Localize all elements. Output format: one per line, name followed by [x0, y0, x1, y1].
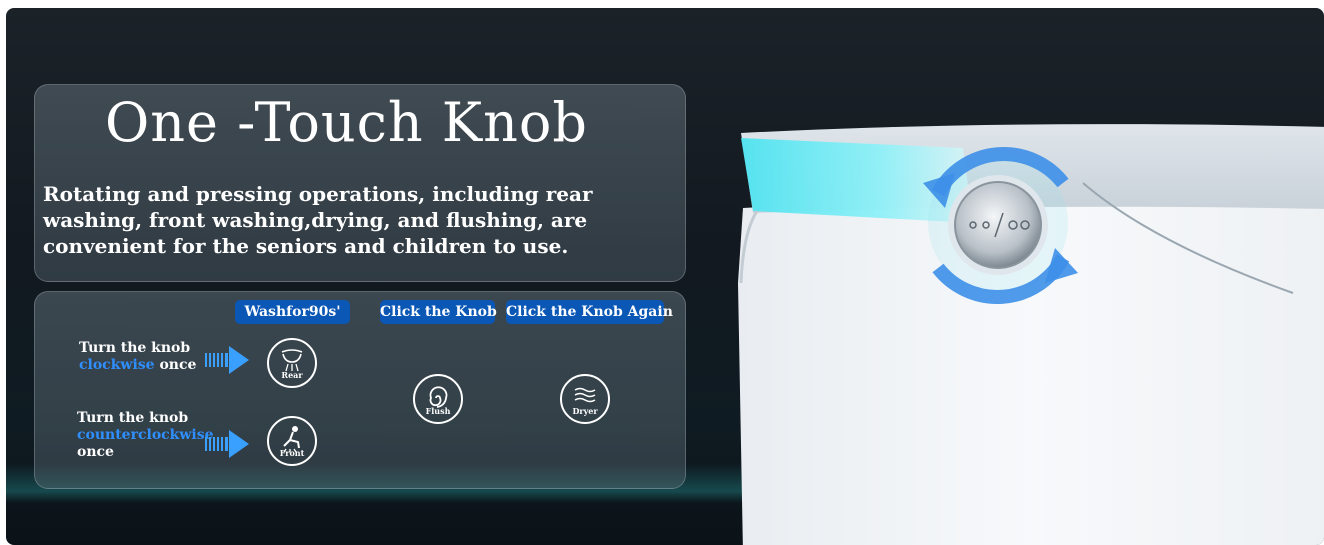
smart-toilet-image [738, 124, 1324, 545]
counterclockwise-direction: counterclockwise [77, 427, 214, 443]
instruction-panel: Washfor90s' Click the Knob Click the Kno… [34, 291, 686, 489]
right-arrow-icon [205, 346, 249, 374]
right-arrow-icon [205, 430, 249, 458]
description-text: Rotating and pressing operations, includ… [43, 182, 593, 258]
front-wash-button: Front [267, 416, 317, 466]
rear-wash-button: Rear [267, 338, 317, 388]
title-panel: One -Touch Knob Rotating and pressing op… [34, 84, 686, 282]
rear-label: Rear [281, 370, 303, 380]
counterclockwise-instruction: Turn the knob counterclockwise once [77, 410, 214, 461]
clockwise-line1: Turn the knob [79, 340, 191, 356]
flush-label: Flush [425, 406, 451, 416]
clockwise-suffix: once [159, 357, 197, 373]
click-knob-badge: Click the Knob [380, 300, 497, 324]
page-title: One -Touch Knob [105, 91, 588, 154]
wash-duration-badge: Washfor90s' [235, 300, 350, 324]
dryer-button: Dryer [560, 374, 610, 424]
clockwise-direction: clockwise [79, 357, 155, 373]
counterclockwise-line1: Turn the knob [77, 410, 189, 426]
flush-button: Flush [413, 374, 463, 424]
front-label: Front [279, 448, 305, 458]
click-knob-again-badge: Click the Knob Again [506, 300, 673, 324]
counterclockwise-suffix: once [77, 444, 114, 460]
clockwise-instruction: Turn the knob clockwise once [79, 340, 199, 374]
dryer-label: Dryer [572, 406, 598, 416]
banner: One -Touch Knob Rotating and pressing op… [6, 8, 1324, 545]
